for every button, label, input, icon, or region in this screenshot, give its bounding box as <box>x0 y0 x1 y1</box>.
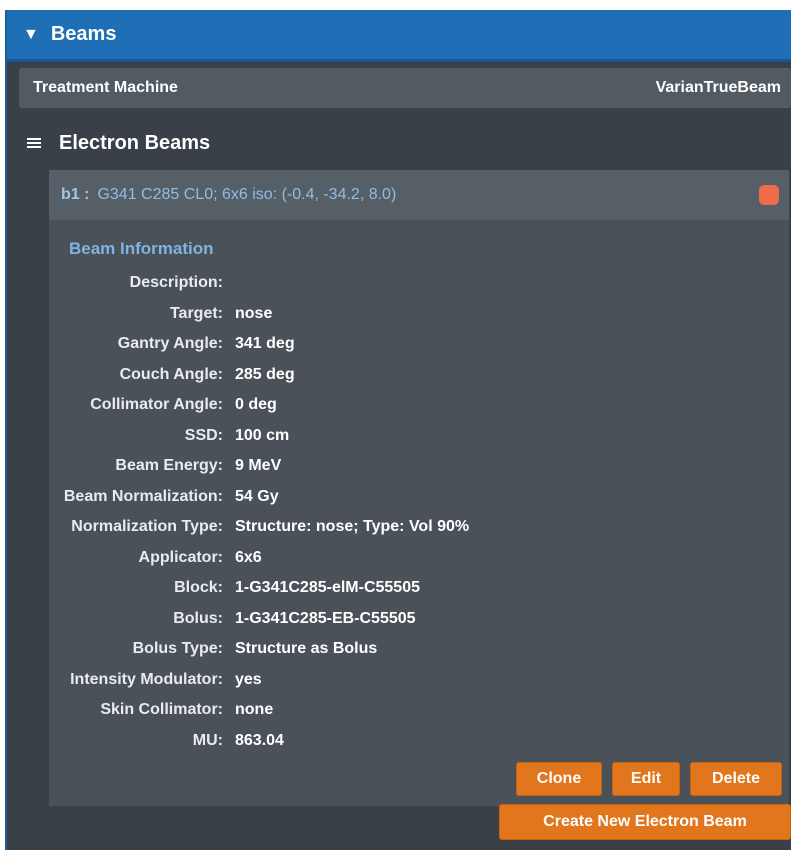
info-value: 285 deg <box>235 365 295 383</box>
info-value: 1-G341C285-EB-C55505 <box>235 609 416 627</box>
panel-title: Beams <box>50 23 117 45</box>
info-row: Intensity Modulator: yes <box>49 665 789 696</box>
treatment-machine-value: VarianTrueBeam <box>655 79 781 96</box>
info-label: Block: <box>174 579 223 597</box>
info-row: Bolus: 1-G341C285-EB-C55505 <box>49 604 789 635</box>
electron-beams-section-title: Electron Beams <box>27 128 210 158</box>
hamburger-menu-icon[interactable] <box>27 136 41 150</box>
info-label: MU: <box>192 731 223 749</box>
beams-panel: ▼ Beams Treatment Machine VarianTrueBeam… <box>5 10 791 850</box>
info-value: 863.04 <box>235 731 284 749</box>
info-label: Skin Collimator: <box>100 701 223 719</box>
info-value: 0 deg <box>235 396 277 414</box>
info-row: Description: <box>49 268 789 299</box>
info-label: Gantry Angle: <box>117 335 223 353</box>
info-row: Beam Energy: 9 MeV <box>49 451 789 482</box>
info-value: yes <box>235 670 262 688</box>
collapse-triangle-icon[interactable]: ▼ <box>23 26 39 44</box>
edit-button[interactable]: Edit <box>612 762 680 796</box>
info-row: Bolus Type: Structure as Bolus <box>49 634 789 665</box>
beams-panel-header[interactable]: ▼ Beams <box>7 10 791 62</box>
info-label: Target: <box>169 304 223 322</box>
info-row: Beam Normalization: 54 Gy <box>49 482 789 513</box>
info-row: Target: nose <box>49 299 789 330</box>
treatment-machine-label: Treatment Machine <box>33 79 178 96</box>
info-label: Description: <box>129 274 223 292</box>
info-label: Normalization Type: <box>71 518 223 536</box>
info-row: Skin Collimator: none <box>49 695 789 726</box>
info-label: Bolus Type: <box>132 640 223 658</box>
info-value: Structure: nose; Type: Vol 90% <box>235 518 470 536</box>
info-label: Couch Angle: <box>119 365 223 383</box>
info-value: 100 cm <box>235 426 290 444</box>
info-row: MU: 863.04 <box>49 726 789 757</box>
info-label: Applicator: <box>138 548 223 566</box>
info-value: 6x6 <box>235 548 262 566</box>
beam-information-title: Beam Information <box>69 239 214 258</box>
treatment-machine-row: Treatment Machine VarianTrueBeam <box>19 68 791 108</box>
info-value: nose <box>235 304 273 322</box>
info-label: Collimator Angle: <box>90 396 223 414</box>
info-value: 1-G341C285-elM-C55505 <box>235 579 420 597</box>
info-value: Structure as Bolus <box>235 640 378 658</box>
info-row: Collimator Angle: 0 deg <box>49 390 789 421</box>
info-value: 54 Gy <box>235 487 279 505</box>
info-label: Beam Energy: <box>115 457 223 475</box>
info-value: 341 deg <box>235 335 295 353</box>
info-value: none <box>235 701 274 719</box>
info-row: Normalization Type: Structure: nose; Type… <box>49 512 789 543</box>
info-row: SSD: 100 cm <box>49 421 789 452</box>
info-label: SSD: <box>184 426 223 444</box>
info-row: Gantry Angle: 341 deg <box>49 329 789 360</box>
info-label: Beam Normalization: <box>63 487 223 505</box>
clone-button[interactable]: Clone <box>516 762 602 796</box>
beam-header[interactable]: b1 : G341 C285 CL0; 6x6 iso: (-0.4, -34.… <box>49 170 789 220</box>
info-label: Bolus: <box>173 609 223 627</box>
info-value: 9 MeV <box>235 457 282 475</box>
create-new-electron-beam-button[interactable]: Create New Electron Beam <box>499 804 791 840</box>
beam-info-grid: Description: Target: nose Gantry Angle: 341 … <box>49 268 789 756</box>
info-label: Intensity Modulator: <box>70 670 223 688</box>
section-title-text: Electron Beams <box>59 131 211 154</box>
beam-id: b1 : <box>61 186 90 203</box>
beam-card: b1 : G341 C285 CL0; 6x6 iso: (-0.4, -34.… <box>49 170 789 806</box>
beam-summary: G341 C285 CL0; 6x6 iso: (-0.4, -34.2, 8.… <box>97 186 397 203</box>
info-row: Block: 1-G341C285-elM-C55505 <box>49 573 789 604</box>
delete-button[interactable]: Delete <box>690 762 782 796</box>
info-row: Couch Angle: 285 deg <box>49 360 789 391</box>
info-row: Applicator: 6x6 <box>49 543 789 574</box>
status-indicator-icon <box>759 185 779 205</box>
